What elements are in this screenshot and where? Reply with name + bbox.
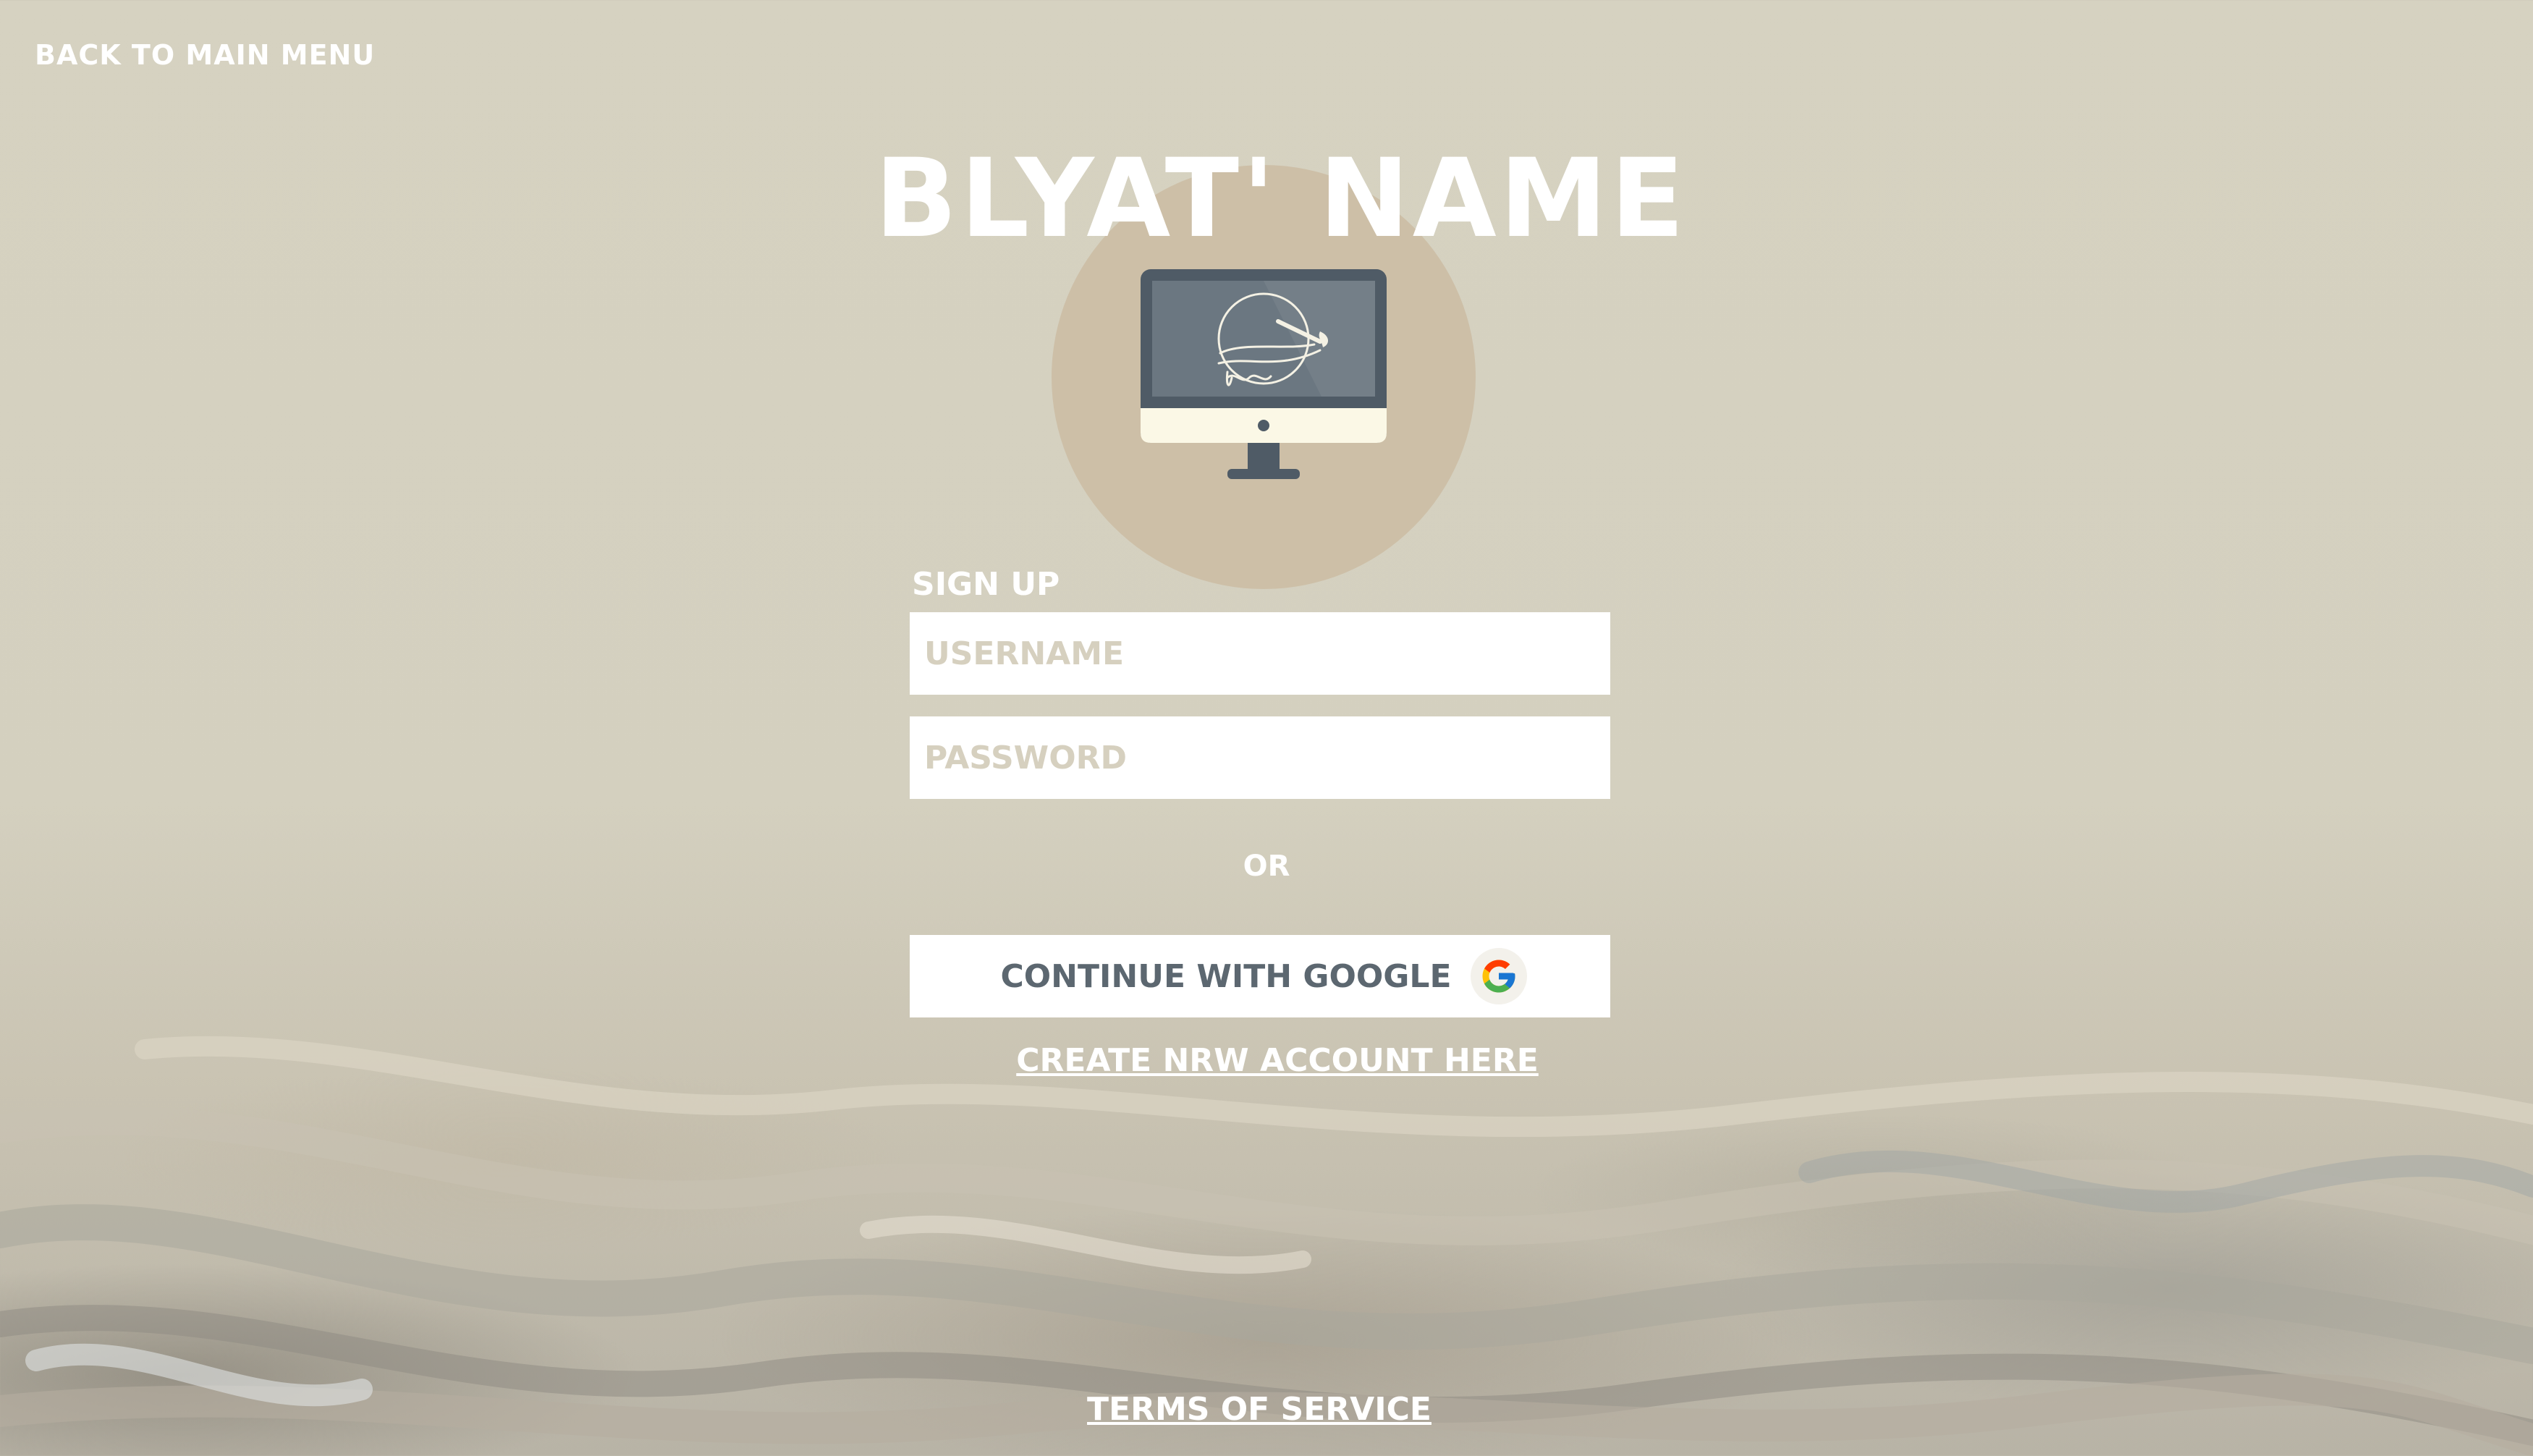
create-account-link[interactable]: CREATE NRW ACCOUNT HERE (0, 1042, 2533, 1079)
terms-of-service-link[interactable]: TERMS OF SERVICE (0, 1391, 2519, 1428)
computer-monitor-signature-icon (1141, 269, 1387, 486)
google-button-label: CONTINUE WITH GOOGLE (1000, 957, 1452, 995)
continue-with-google-button[interactable]: CONTINUE WITH GOOGLE (910, 935, 1610, 1017)
username-input[interactable] (923, 611, 1597, 695)
password-input[interactable] (923, 716, 1597, 800)
sign-up-heading: SIGN UP (912, 566, 1060, 603)
page-title: BLYAT' NAME (874, 136, 1688, 262)
google-g-icon (1470, 948, 1527, 1004)
or-divider: OR (1243, 850, 1290, 883)
username-field[interactable] (910, 611, 1610, 695)
back-to-main-menu-link[interactable]: BACK TO MAIN MENU (35, 39, 375, 71)
password-field[interactable] (910, 716, 1610, 800)
